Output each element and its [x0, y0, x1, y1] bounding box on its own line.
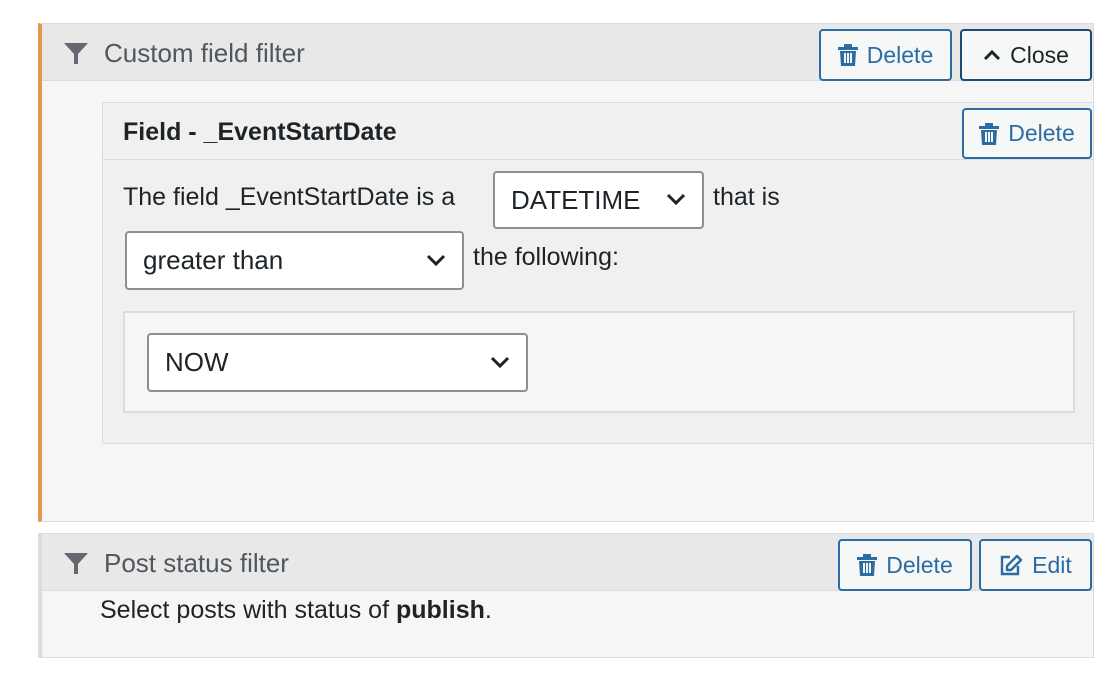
edit-icon	[1000, 554, 1023, 576]
field-type-select[interactable]: DATETIME	[493, 171, 704, 229]
field-type-value: DATETIME	[511, 184, 641, 215]
delete-field-label: Delete	[1008, 120, 1075, 146]
custom-field-filter-title: Custom field filter	[104, 38, 305, 68]
condition-text-start: The field _EventStartDate is a	[123, 183, 456, 211]
delete-field-button[interactable]: Delete	[962, 108, 1092, 159]
chevron-down-icon	[426, 254, 446, 266]
delete-filter-button[interactable]: Delete	[819, 29, 952, 81]
chevron-down-icon	[490, 356, 510, 368]
description-suffix: .	[484, 596, 492, 624]
field-condition-title: Field - _EventStartDate	[123, 118, 397, 146]
value-select[interactable]: NOW	[147, 333, 528, 392]
close-filter-label: Close	[1010, 41, 1069, 68]
trash-icon	[837, 44, 858, 66]
post-status-filter-panel: Post status filter Delete Edit Select po…	[38, 533, 1094, 658]
custom-field-filter-panel: Custom field filter Delete Close Field -…	[38, 23, 1094, 522]
post-status-description: Select posts with status of publish.	[100, 596, 492, 625]
condition-text-middle: that is	[713, 183, 780, 211]
trash-icon	[857, 554, 878, 576]
value-container: NOW	[123, 311, 1075, 413]
chevron-up-icon	[984, 49, 1001, 61]
edit-status-filter-button[interactable]: Edit	[979, 539, 1092, 591]
field-condition-header: Field - _EventStartDate Delete	[103, 103, 1093, 160]
value-select-value: NOW	[165, 347, 229, 377]
delete-status-filter-label: Delete	[886, 551, 953, 578]
funnel-icon	[64, 553, 88, 574]
operator-select[interactable]: greater than	[125, 231, 464, 290]
close-filter-button[interactable]: Close	[960, 29, 1092, 81]
description-prefix: Select posts with status of	[100, 596, 396, 624]
delete-filter-label: Delete	[866, 41, 934, 68]
condition-text-end: the following:	[473, 243, 619, 271]
post-status-filter-title: Post status filter	[104, 548, 289, 578]
edit-status-filter-label: Edit	[1032, 551, 1072, 578]
operator-value: greater than	[143, 245, 284, 275]
chevron-down-icon	[666, 193, 686, 206]
funnel-icon	[64, 43, 88, 64]
status-value: publish	[395, 596, 485, 624]
custom-field-filter-header: Custom field filter Delete Close	[42, 24, 1093, 81]
delete-status-filter-button[interactable]: Delete	[838, 539, 972, 591]
trash-icon	[979, 122, 1000, 145]
post-status-filter-header: Post status filter Delete Edit	[42, 534, 1093, 591]
field-condition-box: Field - _EventStartDate Delete The field…	[102, 102, 1094, 444]
